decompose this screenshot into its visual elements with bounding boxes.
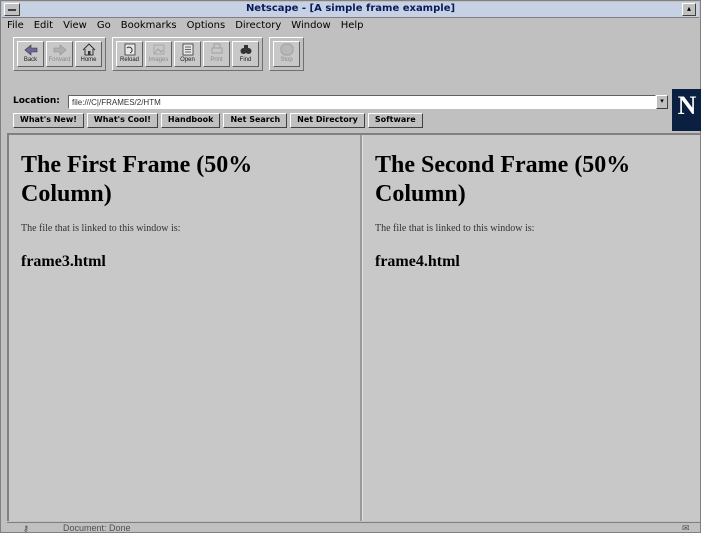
location-dropdown-button[interactable]: ▾ [656,95,668,109]
menu-bookmarks[interactable]: Bookmarks [116,19,182,34]
frame-heading: The First Frame (50% Column) [21,152,253,207]
frame-filename: frame3.html [21,253,106,270]
frame-left: The First Frame (50% Column) The file th… [9,135,362,521]
stop-icon [278,42,296,57]
status-text: Document: Done [63,523,131,533]
find-label: Find [239,57,252,63]
images-label: Images [148,57,169,63]
maximize-button[interactable]: ▴ [682,3,696,16]
back-label: Back [23,57,38,63]
open-button[interactable]: Open [174,41,201,67]
frame-filename: frame4.html [375,253,460,270]
frame-text: The file that is linked to this window i… [21,223,181,234]
menu-file[interactable]: File [2,19,29,34]
whats-new-button[interactable]: What's New! [13,113,84,128]
menu-bar: File Edit View Go Bookmarks Options Dire… [2,19,699,34]
home-button[interactable]: Home [75,41,102,67]
location-bar: Location: file:///C|/FRAMES/2/HTM ▾ [13,95,668,110]
print-button[interactable]: Print [203,41,230,67]
menu-window[interactable]: Window [286,19,335,34]
reload-icon [121,42,139,57]
toolbar-group-page: Reload Images Open Print Find [112,37,263,71]
menu-edit[interactable]: Edit [29,19,58,34]
menu-view[interactable]: View [58,19,92,34]
menu-directory[interactable]: Directory [230,19,286,34]
stop-button[interactable]: Stop [273,41,300,67]
toolbar: Back Forward Home Reload Images Open Pri… [13,37,304,77]
frame-heading: The Second Frame (50% Column) [375,152,631,207]
home-label: Home [80,57,97,63]
location-input[interactable]: file:///C|/FRAMES/2/HTM [68,95,656,109]
net-directory-button[interactable]: Net Directory [290,113,365,128]
print-label: Print [210,57,223,63]
reload-label: Reload [119,57,139,63]
stop-label: Stop [280,57,293,63]
net-search-button[interactable]: Net Search [223,113,288,128]
software-button[interactable]: Software [367,113,423,128]
toolbar-group-navigation: Back Forward Home [13,37,106,71]
handbook-button[interactable]: Handbook [160,113,221,128]
browser-window: Netscape - [A simple frame example] ▴ Fi… [0,0,701,533]
find-icon [237,42,255,57]
window-title: Netscape - [A simple frame example] [245,3,456,14]
menu-go[interactable]: Go [92,19,116,34]
images-button[interactable]: Images [145,41,172,67]
reload-button[interactable]: Reload [116,41,143,67]
netscape-logo[interactable]: N [672,89,701,131]
forward-label: Forward [48,57,71,63]
print-icon [208,42,226,57]
content-area: The First Frame (50% Column) The file th… [7,133,700,521]
mail-icon[interactable]: ✉ [682,523,696,533]
menu-options[interactable]: Options [182,19,231,34]
find-button[interactable]: Find [232,41,259,67]
open-icon [179,42,197,57]
forward-icon [51,42,69,57]
whats-cool-button[interactable]: What's Cool! [86,113,158,128]
security-key-icon: ⚷ [23,524,29,533]
toolbar-group-stop: Stop [269,37,304,71]
status-bar: ⚷ Document: Done ✉ [7,522,700,533]
home-icon [80,42,98,57]
open-label: Open [180,57,195,63]
frame-right: The Second Frame (50% Column) The file t… [362,135,700,521]
frame-text: The file that is linked to this window i… [375,223,535,234]
menu-help[interactable]: Help [336,19,369,34]
back-icon [22,42,40,57]
images-icon [150,42,168,57]
back-button[interactable]: Back [17,41,44,67]
forward-button[interactable]: Forward [46,41,73,67]
directory-buttons: What's New! What's Cool! Handbook Net Se… [13,113,423,128]
location-label: Location: [13,96,60,106]
title-bar: Netscape - [A simple frame example] ▴ [2,2,699,18]
